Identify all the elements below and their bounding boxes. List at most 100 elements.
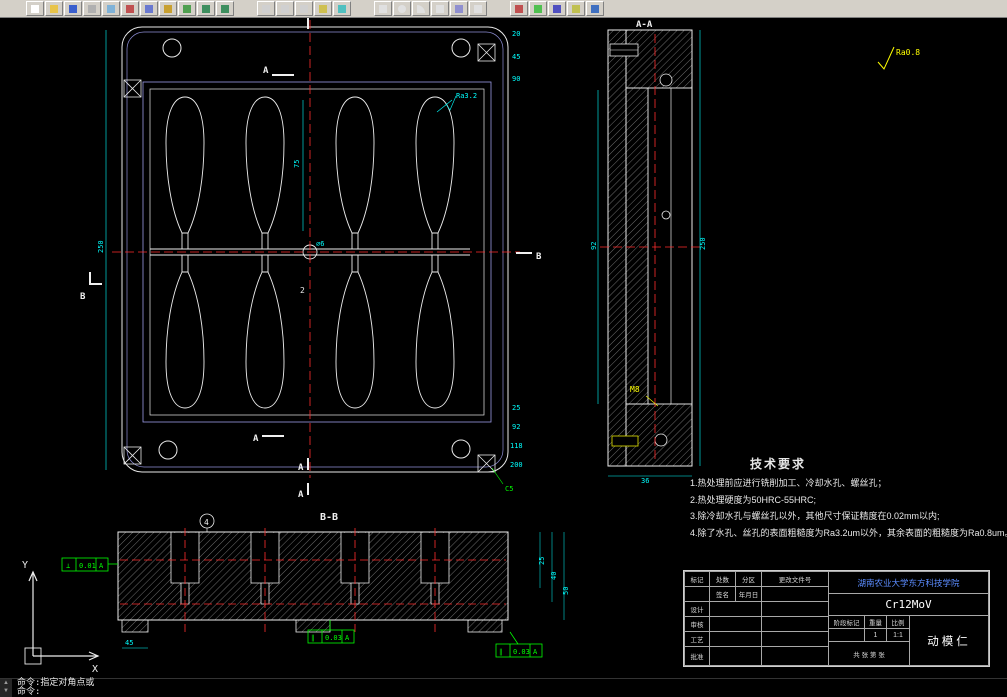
tb-stage-value [828,628,865,642]
tb-cell [761,616,829,632]
tb-approve-label: 批准 [684,646,710,666]
gdt-symbol: ⊥ [66,562,70,570]
tb-cell [709,631,762,647]
y-axis-label: Y [22,560,28,571]
format-brush-icon[interactable] [178,1,196,16]
dim-label[interactable]: 45 [512,53,520,61]
wcs-axis-icon [24,570,100,665]
open-icon[interactable] [45,1,63,16]
dim-label[interactable]: 25 [538,557,546,565]
regen-icon[interactable] [333,1,351,16]
tb-count-label: 处数 [709,571,736,587]
tb-review-label: 审核 [684,616,710,632]
arc-tool-icon[interactable] [412,1,430,16]
rotate-icon[interactable] [548,1,566,16]
command-bar[interactable]: ▲ ▼ 命令:指定对角点或 命令: [0,678,1007,697]
view-label: A-A [636,20,653,30]
tb-process-label: 工艺 [684,631,710,647]
svg-text:A: A [263,66,269,76]
copy-icon[interactable] [140,1,158,16]
gdt-value: 0.03 [513,648,530,656]
line-tool-icon[interactable] [374,1,392,16]
roughness-label[interactable]: Ra3.2 [456,92,477,100]
pan-icon[interactable] [314,1,332,16]
dim-label[interactable]: 250 [97,240,105,253]
dim-label[interactable]: 90 [512,75,520,83]
paste-icon[interactable] [159,1,177,16]
tb-mark-label: 标记 [684,571,710,587]
view-label: B-B [320,512,338,523]
tb-cell [709,601,762,617]
tb-cell [684,586,710,602]
dim-label[interactable]: 45 [125,639,133,647]
zoom-in-icon[interactable] [276,1,294,16]
rectangle-tool-icon[interactable] [431,1,449,16]
tb-cell [709,616,762,632]
bottom-section-view[interactable]: B-B 4 25 40 50 45 ⊥ 0.01 A ∥ 0.03 A ∥ 0.… [61,512,570,658]
redo-icon[interactable] [216,1,234,16]
dim-label[interactable]: 92 [512,423,520,431]
undo-icon[interactable] [197,1,215,16]
tb-weight-label: 重量 [864,615,887,629]
main-plan-view[interactable]: 75 250 Ra3.2 20 45 90 25 92 118 200 ∅6 2… [80,7,542,500]
dim-label[interactable]: 92 [590,242,598,250]
dim-label[interactable]: 20 [512,30,520,38]
gdt-value: 0.03 [325,634,342,642]
command-scroll-icon[interactable]: ▲ ▼ [0,679,12,697]
dim-label[interactable]: 36 [641,477,649,485]
circle-tool-icon[interactable] [393,1,411,16]
dim-label[interactable]: 2 [300,286,305,295]
chamfer-label[interactable]: C5 [505,485,513,493]
hatch-tool-icon[interactable] [450,1,468,16]
thread-label[interactable]: M8 [630,385,640,394]
dim-label[interactable]: ∅6 [316,240,324,248]
tb-cell [761,601,829,617]
save-icon[interactable] [64,1,82,16]
side-section-view[interactable]: A-A 250 92 36 M8 [590,20,707,485]
tb-cell [761,631,829,647]
text-tool-icon[interactable] [469,1,487,16]
main-dimensions[interactable] [105,30,457,470]
move-icon[interactable] [529,1,547,16]
tb-sheet-info: 共 张 第 张 [828,641,910,666]
svg-text:B: B [80,292,86,302]
section-marks: A A A A A B B [80,7,542,500]
balloon-label[interactable]: 4 [204,518,209,527]
dim-label[interactable]: 75 [293,160,301,168]
dim-label[interactable]: 250 [699,237,707,250]
dim-label[interactable]: 200 [510,461,523,469]
title-block[interactable]: 标记 处数 分区 更改文件号 签名 年月日 设计 审核 工艺 批准 湖南农业大学… [683,570,990,667]
print-preview-icon[interactable] [102,1,120,16]
tb-date-label: 年月日 [735,586,762,602]
dim-label[interactable]: 25 [512,404,520,412]
svg-text:A: A [298,490,304,500]
runner-system[interactable] [150,232,470,273]
dim-label[interactable]: 40 [550,572,558,580]
erase-icon[interactable] [510,1,528,16]
tech-req-item: 1.热处理前应进行铣削加工、冷却水孔、螺丝孔； [690,478,887,488]
tb-cell [761,646,829,666]
tb-scale-value: 1:1 [886,628,910,642]
top-toolbar [0,0,1007,18]
help-icon[interactable] [586,1,604,16]
tb-school-name: 湖南农业大学东方科技学院 [828,571,989,594]
tech-req-item: 4.除了水孔、丝孔的表面粗糙度为Ra3.2um以外，其余表面的粗糙度为Ra0.8… [690,527,1007,538]
tech-req-title: 技术要求 [750,457,807,471]
tb-zone-label: 分区 [735,571,762,587]
dim-label[interactable]: 118 [510,442,523,450]
mirror-icon[interactable] [567,1,585,16]
tb-scale-label: 比例 [886,615,910,629]
tb-material: Cr12MoV [828,593,989,616]
tech-req-item: 2.热处理硬度为50HRC-55HRC; [690,494,817,505]
cut-icon[interactable] [121,1,139,16]
technical-requirements: 技术要求 1.热处理前应进行铣削加工、冷却水孔、螺丝孔； 2.热处理硬度为50H… [690,455,1007,541]
guide-block-marks [123,43,496,473]
new-icon[interactable] [26,1,44,16]
dim-label[interactable]: 50 [562,587,570,595]
print-icon[interactable] [83,1,101,16]
zoom-window-icon[interactable] [257,1,275,16]
svg-text:B: B [536,252,542,262]
tb-stage-label: 阶段标记 [828,615,865,629]
tb-cell [761,586,829,602]
zoom-out-icon[interactable] [295,1,313,16]
